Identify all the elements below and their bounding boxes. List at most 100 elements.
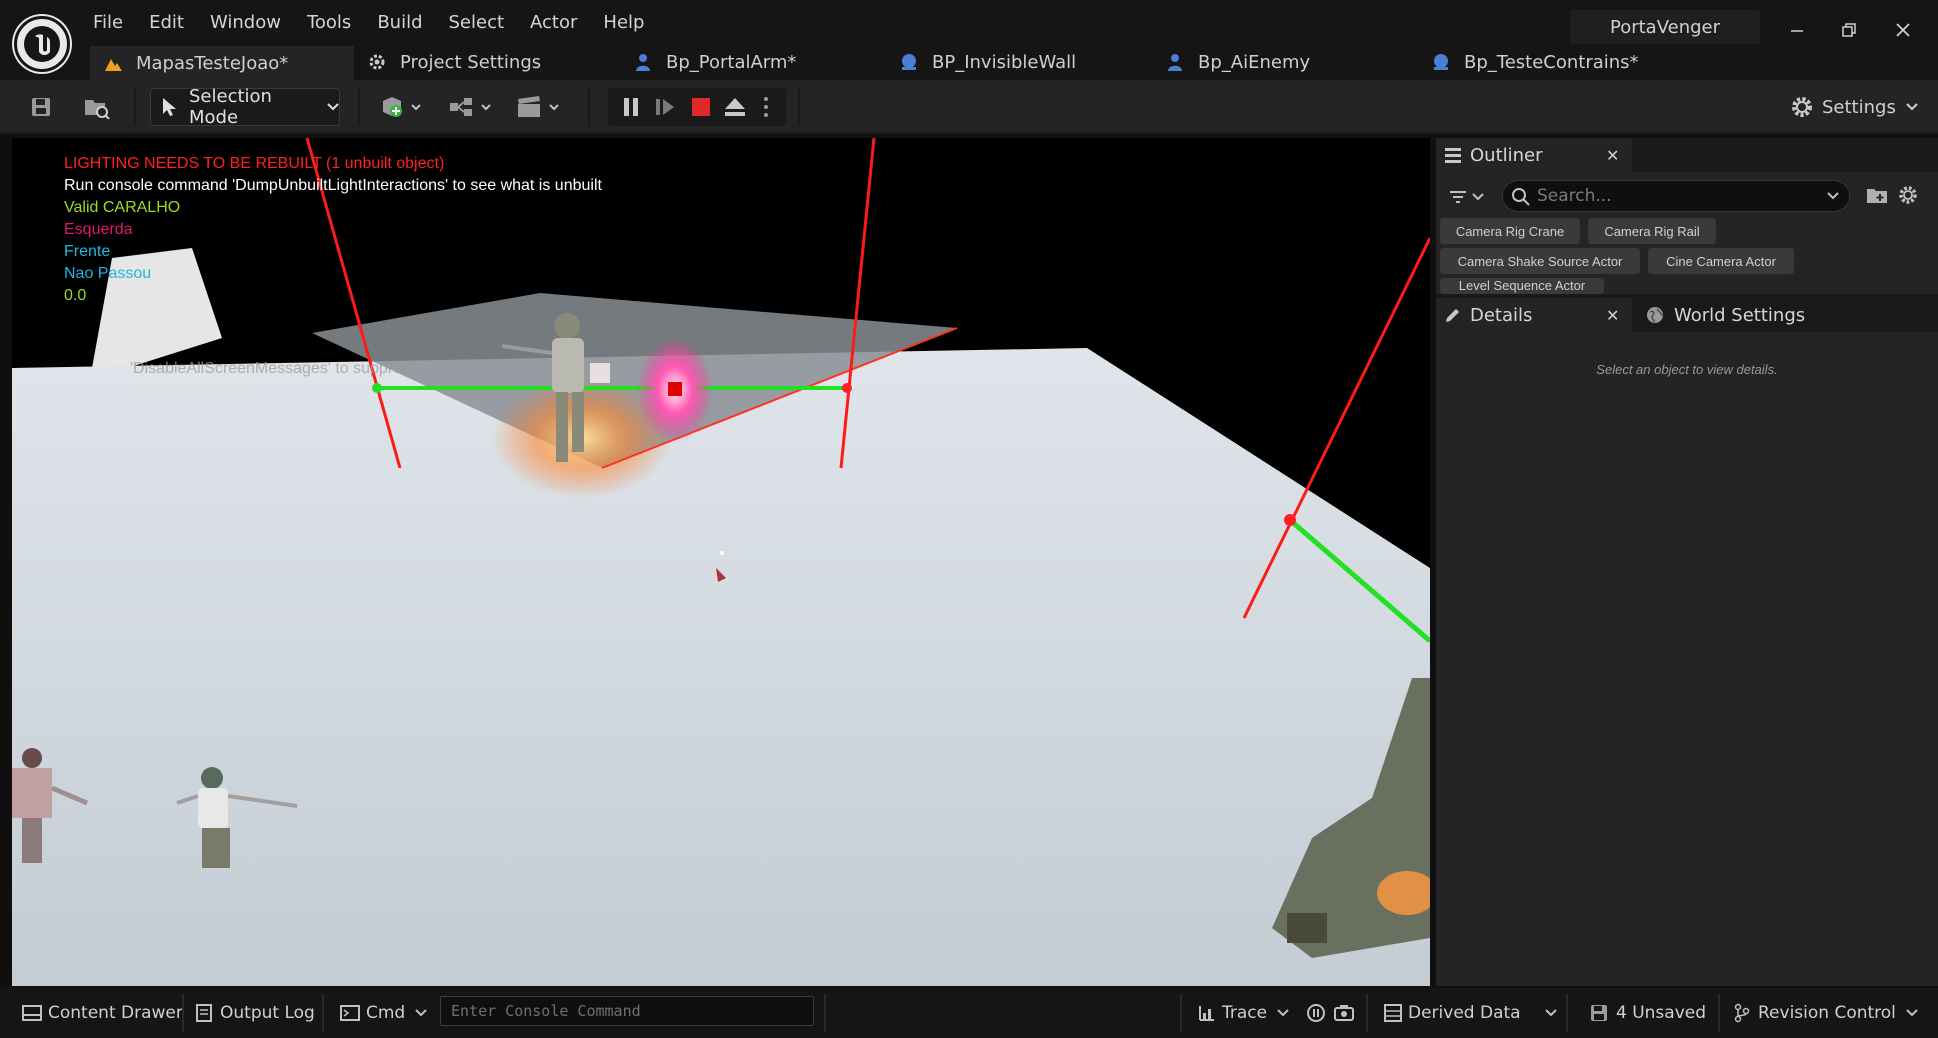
stop-icon[interactable] — [688, 94, 714, 120]
title-bar: File Edit Window Tools Build Select Acto… — [0, 0, 1938, 80]
screenshot-camera-icon[interactable] — [1334, 998, 1354, 1028]
status-separator — [824, 994, 826, 1032]
play-controls — [608, 88, 786, 126]
step-frame-icon[interactable] — [652, 94, 678, 120]
log-icon — [196, 1004, 212, 1022]
menu-tools[interactable]: Tools — [294, 8, 364, 40]
settings-label: Settings — [1822, 96, 1896, 118]
tab-details[interactable]: Details ✕ — [1436, 298, 1632, 332]
hud-message: LIGHTING NEEDS TO BE REBUILT (1 unbuilt … — [64, 155, 445, 172]
menu-build[interactable]: Build — [364, 8, 435, 40]
tab-mapasteste[interactable]: MapasTesteJoao* — [90, 44, 354, 80]
console-command-input[interactable]: Enter Console Command — [440, 996, 814, 1026]
close-icon[interactable]: ✕ — [1606, 146, 1619, 165]
chevron-down-icon — [1827, 192, 1839, 200]
unreal-logo-icon[interactable] — [14, 16, 70, 72]
quick-add-chip[interactable]: Camera Rig Crane — [1440, 218, 1580, 244]
filter-dropdown[interactable] — [1448, 184, 1490, 210]
chevron-down-icon — [327, 103, 339, 111]
add-folder-icon[interactable] — [1866, 186, 1888, 204]
tab-outliner[interactable]: Outliner ✕ — [1436, 138, 1632, 172]
quick-add-chip[interactable]: Camera Shake Source Actor — [1440, 248, 1640, 274]
cmd-dropdown[interactable]: Cmd — [340, 998, 427, 1028]
output-log-button[interactable]: Output Log — [196, 998, 315, 1028]
tab-bp-aienemy[interactable]: Bp_AiEnemy — [1152, 44, 1418, 80]
database-icon — [1384, 1004, 1402, 1022]
branch-icon — [1734, 1003, 1750, 1023]
actor-blueprint-icon — [1164, 51, 1186, 73]
toolbar-separator — [134, 88, 136, 126]
status-bar: Content Drawer Output Log Cmd Enter Cons… — [0, 988, 1938, 1038]
outliner-panel: Search... Camera Rig Crane Camera Rig Ra… — [1436, 172, 1938, 294]
content-drawer-button[interactable]: Content Drawer — [22, 998, 183, 1028]
search-icon — [1511, 187, 1531, 207]
terminal-icon — [340, 1005, 360, 1021]
hud-message: Nao Passou — [64, 265, 152, 282]
minimize-icon[interactable] — [1774, 10, 1820, 50]
drawer-icon — [22, 1004, 42, 1022]
save-icon — [1590, 1004, 1608, 1022]
close-icon[interactable]: ✕ — [1606, 306, 1619, 325]
add-actor-icon[interactable] — [378, 90, 426, 124]
gear-icon[interactable] — [1898, 185, 1918, 205]
derived-data-dropdown[interactable]: Derived Data — [1384, 998, 1557, 1028]
viewport-scene — [12, 138, 1430, 986]
menu-help[interactable]: Help — [590, 8, 657, 40]
restore-icon[interactable] — [1826, 10, 1872, 50]
outliner-search-input[interactable]: Search... — [1502, 180, 1850, 212]
tab-bp-testecontrains[interactable]: Bp_TesteContrains* — [1418, 44, 1684, 80]
browse-content-icon[interactable] — [80, 90, 114, 124]
tab-label: Project Settings — [400, 51, 542, 73]
status-separator — [182, 994, 184, 1032]
hud-message: Esquerda — [64, 221, 133, 238]
menu-window[interactable]: Window — [197, 8, 294, 40]
menu-select[interactable]: Select — [436, 8, 518, 40]
trace-chart-icon — [1198, 1004, 1216, 1022]
settings-button[interactable]: Settings — [1790, 92, 1918, 122]
document-tabs: MapasTesteJoao* Project Settings Bp_Port… — [90, 44, 1684, 80]
hud-message: Run console command 'DumpUnbuiltLightInt… — [64, 177, 602, 194]
eject-icon[interactable] — [722, 94, 748, 120]
close-icon[interactable] — [1880, 10, 1926, 50]
tab-world-settings[interactable]: World Settings — [1646, 298, 1836, 332]
pause-icon[interactable] — [618, 94, 644, 120]
quick-add-chip[interactable]: Camera Rig Rail — [1588, 218, 1716, 244]
menu-bar: File Edit Window Tools Build Select Acto… — [80, 8, 657, 40]
cmd-label: Cmd — [366, 1003, 406, 1023]
quick-add-chip[interactable]: Cine Camera Actor — [1648, 248, 1794, 274]
trace-point — [1284, 514, 1296, 526]
record-trace-icon[interactable] — [1306, 998, 1326, 1028]
tab-label: MapasTesteJoao* — [136, 52, 289, 74]
project-name: PortaVenger — [1570, 10, 1760, 44]
level-viewport[interactable]: LIGHTING NEEDS TO BE REBUILT (1 unbuilt … — [12, 138, 1430, 986]
menu-file[interactable]: File — [80, 8, 136, 40]
pencil-icon — [1444, 306, 1462, 324]
menu-edit[interactable]: Edit — [136, 8, 197, 40]
selection-mode-dropdown[interactable]: Selection Mode — [150, 86, 340, 128]
revision-control-dropdown[interactable]: Revision Control — [1734, 998, 1918, 1028]
cinematics-clapper-icon[interactable] — [514, 90, 564, 124]
tab-project-settings[interactable]: Project Settings — [354, 44, 620, 80]
details-empty-message: Select an object to view details. — [1596, 362, 1778, 377]
blueprint-graph-icon[interactable] — [446, 90, 496, 124]
status-separator — [1718, 994, 1720, 1032]
tab-label: Bp_AiEnemy — [1198, 51, 1311, 73]
play-options-icon[interactable] — [756, 94, 776, 120]
chevron-down-icon — [1544, 1009, 1557, 1017]
details-title: Details — [1470, 304, 1533, 326]
trace-dropdown[interactable]: Trace — [1198, 998, 1289, 1028]
menu-actor[interactable]: Actor — [517, 8, 590, 40]
chevron-down-icon — [1906, 103, 1918, 111]
filter-icon — [1448, 189, 1468, 205]
hud-message: Valid CARALHO — [64, 199, 181, 216]
quick-add-chip[interactable]: Level Sequence Actor — [1440, 278, 1604, 294]
tab-label: Bp_PortalArm* — [666, 51, 797, 73]
level-icon — [102, 52, 124, 74]
chevron-down-icon — [1472, 193, 1484, 201]
tab-bp-invisiblewall[interactable]: BP_InvisibleWall — [886, 44, 1152, 80]
trace-point — [372, 383, 382, 393]
tab-bp-portalarm[interactable]: Bp_PortalArm* — [620, 44, 886, 80]
unsaved-button[interactable]: 4 Unsaved — [1590, 998, 1706, 1028]
floor-plane — [12, 348, 1430, 986]
save-icon[interactable] — [26, 90, 56, 124]
